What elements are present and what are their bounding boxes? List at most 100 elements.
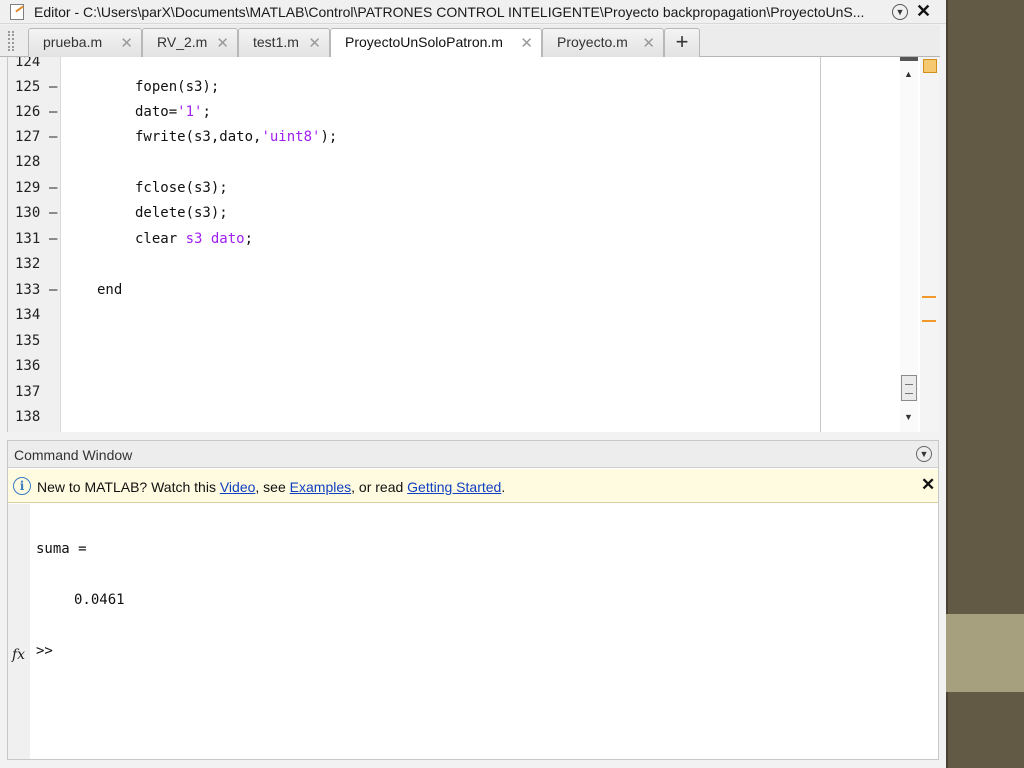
info-text: New to MATLAB? Watch this xyxy=(37,479,220,495)
examples-link[interactable]: Examples xyxy=(290,479,351,495)
tab-close-icon[interactable]: ✕ xyxy=(120,34,133,52)
keyword-end: end xyxy=(97,282,123,298)
output-variable: suma = xyxy=(36,541,87,557)
string-literal: '1' xyxy=(177,104,203,120)
line-number: 136 xyxy=(15,358,41,374)
line-number: 133 xyxy=(15,282,41,298)
line-number: 130 xyxy=(15,205,41,221)
code-text: clear s3 dato; xyxy=(135,227,253,252)
tab-proyectounsolopatron[interactable]: ProyectoUnSoloPatron.m ✕ xyxy=(330,28,542,58)
command-gutter: fx xyxy=(8,504,30,759)
tab-close-icon[interactable]: ✕ xyxy=(216,34,229,52)
code-token: ; xyxy=(244,231,254,247)
line-number: 125 xyxy=(15,79,41,95)
code-text: fclose(s3); xyxy=(135,180,228,196)
info-message: New to MATLAB? Watch this Video, see Exa… xyxy=(37,479,505,495)
code-token: ; xyxy=(202,104,211,120)
desktop-background xyxy=(946,0,1024,768)
output-value: 0.0461 xyxy=(74,592,125,608)
tab-prueba[interactable]: prueba.m ✕ xyxy=(28,28,142,57)
code-token: fwrite(s3,dato, xyxy=(135,129,262,145)
code-line: 132 xyxy=(15,252,882,277)
tab-close-icon[interactable]: ✕ xyxy=(308,34,321,52)
line-number: 138 xyxy=(15,409,41,425)
tab-label: Proyecto.m xyxy=(557,34,628,50)
code-token: clear xyxy=(135,231,186,247)
breakpoint-marker[interactable]: – xyxy=(49,278,57,303)
line-number: 135 xyxy=(15,333,41,349)
command-window-header: Command Window ▼ xyxy=(8,441,938,468)
info-text: , see xyxy=(255,479,290,495)
tab-label: test1.m xyxy=(253,34,299,50)
editor-doc-icon xyxy=(10,4,24,20)
video-link[interactable]: Video xyxy=(220,479,256,495)
line-number: 127 xyxy=(15,129,41,145)
chevron-down-circle-icon[interactable]: ▼ xyxy=(916,446,932,462)
breakpoint-marker[interactable]: – xyxy=(49,125,57,150)
code-analyzer-bar xyxy=(920,57,939,432)
breakpoint-marker[interactable]: – xyxy=(49,201,57,226)
title-bar: Editor - C:\Users\parX\Documents\MATLAB\… xyxy=(0,0,946,24)
code-line: 128 xyxy=(15,150,882,175)
line-number: 132 xyxy=(15,256,41,272)
code-line: 135 xyxy=(15,329,882,354)
code-area[interactable]: 124 125 – fopen(s3); 126 – dato='1'; 127… xyxy=(15,57,820,432)
tab-test1[interactable]: test1.m ✕ xyxy=(238,28,330,57)
code-line: 124 xyxy=(15,57,882,75)
command-prompt[interactable]: >> xyxy=(36,643,53,659)
info-text: , or read xyxy=(351,479,408,495)
info-text: . xyxy=(501,479,506,495)
code-text: fopen(s3); xyxy=(135,79,220,95)
breakpoint-marker[interactable]: – xyxy=(49,100,57,125)
code-line: 134 xyxy=(15,303,882,328)
code-line: 136 xyxy=(15,354,882,379)
warning-marker[interactable] xyxy=(922,296,936,298)
warning-marker[interactable] xyxy=(922,320,936,322)
line-number: 137 xyxy=(15,384,41,400)
breakpoint-marker[interactable]: – xyxy=(49,176,57,201)
code-line: 127 – fwrite(s3,dato,'uint8'); xyxy=(15,125,882,150)
code-text: fwrite(s3,dato,'uint8'); xyxy=(135,125,337,150)
breakpoint-marker[interactable]: – xyxy=(49,227,57,252)
scroll-up-icon[interactable]: ▲ xyxy=(904,69,913,79)
code-line: 125 – fopen(s3); xyxy=(15,75,882,100)
tab-close-icon[interactable]: ✕ xyxy=(642,34,655,52)
code-line: 138 xyxy=(15,405,882,430)
matlab-editor-app: Editor - C:\Users\parX\Documents\MATLAB\… xyxy=(0,0,946,768)
new-tab-button[interactable]: + xyxy=(664,28,700,57)
getting-started-link[interactable]: Getting Started xyxy=(407,479,501,495)
code-line: 137 xyxy=(15,380,882,405)
code-token: ); xyxy=(320,129,338,145)
editor-vertical-scrollbar[interactable]: ▲ ▼ xyxy=(900,57,918,432)
line-number: 131 xyxy=(15,231,41,247)
window-title: Editor - C:\Users\parX\Documents\MATLAB\… xyxy=(34,4,865,20)
code-line: 126 – dato='1'; xyxy=(15,100,882,125)
scroll-down-icon[interactable]: ▼ xyxy=(904,412,913,422)
editor-tab-bar: prueba.m ✕ RV_2.m ✕ test1.m ✕ ProyectoUn… xyxy=(0,25,940,58)
function-browser-icon[interactable]: fx xyxy=(12,647,25,663)
close-icon[interactable]: ✕ xyxy=(921,475,935,495)
scroll-top-marker xyxy=(900,57,918,61)
close-icon[interactable]: ✕ xyxy=(916,1,931,22)
breakpoint-marker[interactable]: – xyxy=(49,75,57,100)
chevron-down-circle-icon[interactable]: ▼ xyxy=(892,4,908,20)
string-literal: 'uint8' xyxy=(261,129,321,145)
command-window[interactable]: Command Window ▼ i New to MATLAB? Watch … xyxy=(7,440,939,760)
tab-rv2[interactable]: RV_2.m ✕ xyxy=(142,28,238,57)
info-icon: i xyxy=(13,477,31,495)
code-analyzer-status-icon[interactable] xyxy=(923,59,937,73)
tab-label: prueba.m xyxy=(43,34,103,50)
code-line: 133 – end xyxy=(15,278,882,303)
line-number: 128 xyxy=(15,154,41,170)
code-line: 129 – fclose(s3); xyxy=(15,176,882,201)
code-line: 131 – clear s3 dato; xyxy=(15,227,882,252)
right-margin-line xyxy=(820,57,821,432)
code-text: delete(s3); xyxy=(135,205,228,221)
line-number: 124 xyxy=(15,57,41,70)
tab-close-icon[interactable]: ✕ xyxy=(520,34,533,52)
scrollbar-thumb[interactable] xyxy=(901,375,917,401)
line-number: 129 xyxy=(15,180,41,196)
tab-bar-grip[interactable] xyxy=(8,31,14,51)
tab-proyecto[interactable]: Proyecto.m ✕ xyxy=(542,28,664,57)
code-editor[interactable]: 124 125 – fopen(s3); 126 – dato='1'; 127… xyxy=(7,57,939,432)
